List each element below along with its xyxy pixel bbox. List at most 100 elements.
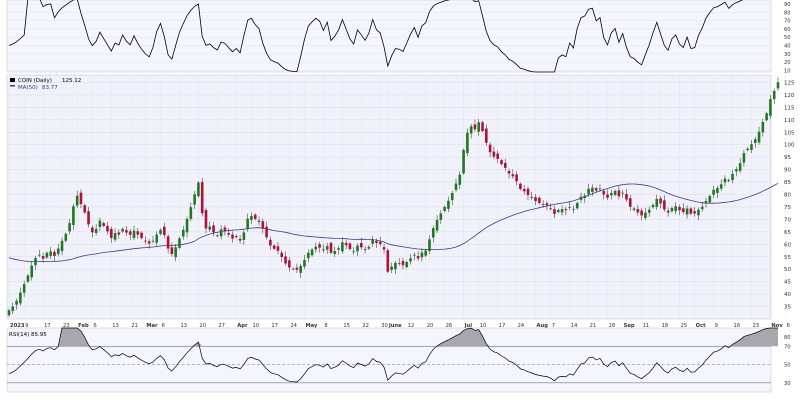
candle-body bbox=[704, 200, 708, 204]
candle-body bbox=[636, 209, 640, 213]
candle-body bbox=[511, 174, 515, 177]
y-tick-label: 55 bbox=[784, 255, 791, 261]
candle-body bbox=[420, 252, 424, 258]
candle-body bbox=[708, 196, 712, 203]
legend-coin-last: 125.12 bbox=[62, 78, 81, 84]
y-tick-label: 40 bbox=[784, 292, 791, 298]
candle-body bbox=[485, 128, 488, 143]
top-y-tick-label: 50 bbox=[784, 35, 791, 41]
candle-body bbox=[428, 239, 431, 252]
candle-body bbox=[238, 238, 242, 241]
candle-body bbox=[91, 227, 94, 233]
candle-body bbox=[454, 183, 458, 190]
candle-body bbox=[469, 126, 473, 134]
candle-body bbox=[424, 250, 427, 256]
candle-body bbox=[409, 258, 412, 262]
candle-body bbox=[352, 251, 356, 253]
candle-body bbox=[545, 203, 549, 206]
y-tick-label: 80 bbox=[784, 193, 791, 199]
candle-body bbox=[22, 284, 26, 293]
candle-body bbox=[280, 252, 284, 258]
candle-body bbox=[208, 226, 212, 230]
y-tick-label: 100 bbox=[784, 143, 795, 149]
candle-body bbox=[193, 194, 196, 205]
candle-body bbox=[670, 207, 674, 212]
top-y-tick-label: 90 bbox=[784, 2, 791, 8]
candle-body bbox=[231, 234, 234, 239]
candle-body bbox=[659, 198, 662, 204]
candle-body bbox=[685, 208, 689, 215]
candle-body bbox=[416, 256, 420, 259]
candle-body bbox=[272, 245, 276, 249]
candle-body bbox=[450, 193, 454, 201]
y-tick-label: 35 bbox=[784, 305, 791, 311]
y-tick-label: 110 bbox=[784, 118, 795, 124]
y-tick-label: 85 bbox=[784, 180, 791, 186]
candle-body bbox=[735, 169, 738, 172]
candle-body bbox=[765, 113, 768, 121]
top-rsi-panel: 10 20 30 40 50 60 70 80 90 bbox=[6, 0, 791, 74]
candle-body bbox=[496, 153, 499, 159]
rsi-label: RSI(14) 85.95 bbox=[9, 332, 47, 338]
candle-body bbox=[185, 218, 189, 233]
candle-body bbox=[140, 232, 143, 239]
candle-body bbox=[693, 211, 696, 214]
candle-body bbox=[598, 188, 602, 190]
candle-body bbox=[144, 240, 147, 242]
candle-body bbox=[458, 174, 462, 185]
candle-body bbox=[681, 208, 685, 212]
candle-body bbox=[481, 122, 484, 132]
candle-body bbox=[507, 170, 511, 174]
candle-body bbox=[72, 206, 75, 226]
candle-body bbox=[360, 243, 363, 248]
y-tick-label: 70 bbox=[784, 217, 791, 223]
candle-body bbox=[34, 258, 37, 266]
candle-body bbox=[602, 191, 606, 195]
candle-body bbox=[462, 149, 465, 174]
candle-body bbox=[159, 229, 162, 234]
candle-body bbox=[189, 207, 193, 219]
candle-body bbox=[242, 232, 246, 240]
candle-body bbox=[591, 187, 594, 192]
candle-body bbox=[155, 234, 159, 243]
candle-body bbox=[7, 310, 11, 316]
candle-body bbox=[534, 197, 537, 201]
candle-body bbox=[413, 254, 416, 256]
candle-body bbox=[56, 248, 60, 255]
candle-body bbox=[68, 223, 71, 232]
candle-body bbox=[200, 181, 204, 214]
candle-body bbox=[769, 99, 772, 116]
candle-body bbox=[530, 196, 534, 198]
candle-body bbox=[174, 247, 177, 258]
candle-body bbox=[216, 235, 219, 237]
candle-body bbox=[234, 236, 238, 238]
candle-body bbox=[666, 210, 670, 213]
candle-body bbox=[519, 183, 522, 190]
candle-body bbox=[38, 254, 41, 256]
candle-body bbox=[306, 252, 310, 259]
candle-body bbox=[49, 251, 52, 256]
candle-body bbox=[106, 225, 109, 232]
candle-body bbox=[136, 231, 140, 235]
candle-body bbox=[526, 188, 530, 196]
candle-body bbox=[466, 132, 469, 154]
candle-body bbox=[11, 306, 15, 311]
candle-body bbox=[276, 246, 280, 251]
x-tick-label: 6 bbox=[787, 323, 790, 329]
top-y-tick-label: 40 bbox=[784, 44, 791, 50]
candle-body bbox=[329, 242, 333, 253]
candle-body bbox=[303, 259, 306, 267]
candle-body bbox=[663, 200, 666, 210]
candle-body bbox=[761, 122, 765, 133]
candle-body bbox=[628, 198, 632, 207]
top-y-tick-label: 70 bbox=[784, 19, 791, 25]
candle-body bbox=[583, 195, 587, 198]
candle-body bbox=[568, 207, 571, 209]
candle-body bbox=[575, 202, 579, 209]
candle-body bbox=[314, 246, 318, 250]
candle-body bbox=[295, 267, 299, 270]
candle-body bbox=[348, 243, 352, 250]
candle-body bbox=[587, 188, 590, 195]
candle-body bbox=[125, 230, 128, 233]
candle-body bbox=[79, 192, 83, 204]
